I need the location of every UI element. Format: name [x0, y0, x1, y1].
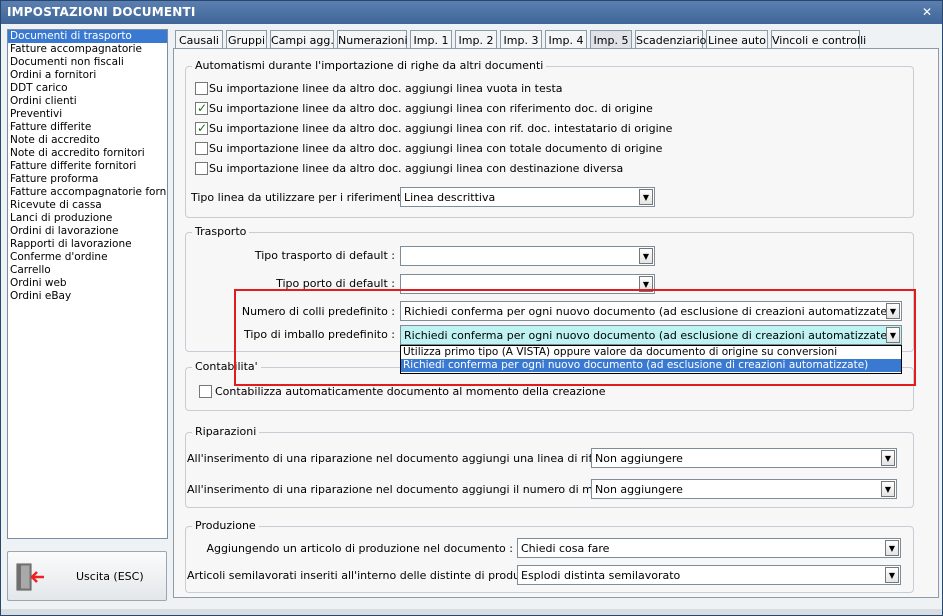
document-type-list[interactable]: Documenti di trasporto Fatture accompagn…	[7, 29, 168, 539]
produzione-title: Produzione	[192, 519, 259, 532]
tipo-imballo-dropdown[interactable]: Utilizza primo tipo (A VISTA) oppure val…	[400, 345, 902, 374]
chevron-down-icon[interactable]: ▼	[639, 189, 653, 205]
check-totale-documento-label: Su importazione linee da altro doc. aggi…	[209, 142, 663, 155]
riparazione-linea-value: Non aggiungere	[595, 452, 683, 465]
settings-tabs: Causali Gruppi Campi agg. Numerazioni Im…	[175, 30, 940, 50]
check-destinazione-diversa-label: Su importazione linee da altro doc. aggi…	[209, 162, 624, 175]
check-totale-documento[interactable]	[195, 142, 208, 155]
tipo-imballo-select[interactable]: Richiedi conferma per ogni nuovo documen…	[400, 325, 902, 345]
chevron-down-icon[interactable]: ▼	[885, 540, 899, 556]
check-riferimento-doc-label: Su importazione linee da altro doc. aggi…	[209, 102, 653, 115]
riparazione-matricola-label: All'inserimento di una riparazione nel d…	[187, 483, 642, 496]
check-rif-intestatario[interactable]	[195, 121, 208, 135]
tipo-porto-label: Tipo porto di default :	[276, 277, 395, 290]
title-bar[interactable]: IMPOSTAZIONI DOCUMENTI ✕	[1, 1, 942, 24]
semilavorati-value: Esplodi distinta semilavorato	[521, 569, 681, 582]
check-linea-vuota-label: Su importazione linee da altro doc. aggi…	[209, 82, 563, 95]
list-item[interactable]: Fatture accompagnatorie	[8, 43, 167, 56]
list-item[interactable]: Ordini web	[8, 277, 167, 290]
list-item[interactable]: Ordini clienti	[8, 95, 167, 108]
chevron-down-icon[interactable]: ▼	[881, 450, 895, 466]
chevron-down-icon[interactable]: ▼	[885, 567, 899, 583]
chevron-down-icon[interactable]: ▼	[881, 481, 895, 497]
check-linea-vuota[interactable]	[195, 82, 208, 95]
tipo-imballo-label: Tipo di imballo predefinito :	[244, 328, 395, 341]
check-contabilizza-label: Contabilizza automaticamente documento a…	[215, 385, 606, 398]
list-item[interactable]: Documenti non fiscali	[8, 56, 167, 69]
list-item[interactable]: Ordini eBay	[8, 290, 167, 303]
tab-linee-auto[interactable]: Linee auto	[706, 30, 768, 49]
numero-colli-value: Richiedi conferma per ogni nuovo documen…	[404, 305, 892, 318]
articolo-produzione-value: Chiedi cosa fare	[521, 542, 610, 555]
riparazione-matricola-value: Non aggiungere	[595, 483, 683, 496]
tipo-linea-value: Linea descrittiva	[404, 191, 496, 204]
list-item[interactable]: Lanci di produzione	[8, 212, 167, 225]
list-item[interactable]: Fatture proforma	[8, 173, 167, 186]
window-bottom-strip	[1, 609, 942, 615]
tab-imp-3[interactable]: Imp. 3	[500, 30, 542, 49]
list-item[interactable]: Fatture accompagnatorie fornito	[8, 186, 167, 199]
check-riferimento-doc[interactable]	[195, 101, 208, 115]
check-rif-intestatario-label: Su importazione linee da altro doc. aggi…	[209, 122, 673, 135]
settings-window: IMPOSTAZIONI DOCUMENTI ✕ Documenti di tr…	[0, 0, 943, 616]
riparazione-matricola-select[interactable]: Non aggiungere ▼	[591, 479, 897, 499]
articolo-produzione-select[interactable]: Chiedi cosa fare ▼	[517, 538, 901, 558]
chevron-down-icon[interactable]: ▼	[886, 303, 900, 319]
check-destinazione-diversa[interactable]	[195, 162, 208, 175]
list-item[interactable]: Ricevute di cassa	[8, 199, 167, 212]
automatismi-title: Automatismi durante l'importazione di ri…	[192, 59, 547, 72]
list-item[interactable]: Fatture differite fornitori	[8, 160, 167, 173]
numero-colli-label: Numero di colli predefinito :	[241, 305, 395, 318]
tab-scadenziario[interactable]: Scadenziario	[635, 30, 706, 49]
tab-imp-2[interactable]: Imp. 2	[455, 30, 497, 49]
list-item[interactable]: Ordini a fornitori	[8, 69, 167, 82]
riparazioni-title: Riparazioni	[192, 425, 260, 438]
numero-colli-select[interactable]: Richiedi conferma per ogni nuovo documen…	[400, 301, 902, 321]
dropdown-option[interactable]: Utilizza primo tipo (A VISTA) oppure val…	[401, 346, 901, 359]
tab-causali[interactable]: Causali	[175, 30, 223, 49]
chevron-down-icon[interactable]: ▼	[639, 248, 653, 264]
list-item[interactable]: Preventivi	[8, 108, 167, 121]
semilavorati-select[interactable]: Esplodi distinta semilavorato ▼	[517, 565, 901, 585]
exit-button[interactable]: Uscita (ESC)	[7, 551, 167, 601]
contabilita-title: Contabilita'	[192, 360, 261, 373]
riparazione-linea-select[interactable]: Non aggiungere ▼	[591, 448, 897, 468]
trasporto-title: Trasporto	[192, 225, 250, 238]
list-item[interactable]: Carrello	[8, 264, 167, 277]
list-item[interactable]: Fatture differite	[8, 121, 167, 134]
chevron-down-icon[interactable]: ▼	[639, 276, 653, 292]
check-contabilizza[interactable]	[199, 385, 212, 398]
articolo-produzione-label: Aggiungendo un articolo di produzione ne…	[206, 542, 513, 555]
tipo-trasporto-select[interactable]: ▼	[400, 246, 655, 266]
exit-door-icon	[16, 563, 44, 591]
tipo-trasporto-label: Tipo trasporto di default :	[254, 249, 395, 262]
tipo-imballo-value: Richiedi conferma per ogni nuovo documen…	[404, 329, 892, 342]
tipo-linea-select[interactable]: Linea descrittiva ▼	[400, 187, 655, 207]
list-item[interactable]: Ordini di lavorazione	[8, 225, 167, 238]
list-item[interactable]: Documenti di trasporto	[8, 30, 167, 43]
riparazione-linea-label: All'inserimento di una riparazione nel d…	[187, 452, 650, 465]
tab-numerazioni[interactable]: Numerazioni	[337, 30, 408, 49]
chevron-down-icon[interactable]: ▼	[886, 327, 900, 343]
tab-imp-5[interactable]: Imp. 5	[590, 30, 632, 50]
close-icon[interactable]: ✕	[920, 5, 934, 19]
tab-campi-agg[interactable]: Campi agg.	[270, 30, 334, 49]
window-title: IMPOSTAZIONI DOCUMENTI	[7, 5, 196, 19]
list-item[interactable]: Note di accredito fornitori	[8, 147, 167, 160]
list-item[interactable]: Conferme d'ordine	[8, 251, 167, 264]
tab-vincoli-e-controlli[interactable]: Vincoli e controlli	[771, 30, 866, 49]
semilavorati-label: Articoli semilavorati inseriti all'inter…	[187, 569, 557, 582]
list-item[interactable]: Note di accredito	[8, 134, 167, 147]
dropdown-option[interactable]: Richiedi conferma per ogni nuovo documen…	[401, 359, 901, 372]
exit-button-label: Uscita (ESC)	[76, 570, 144, 583]
tab-imp-1[interactable]: Imp. 1	[410, 30, 452, 49]
list-item[interactable]: Rapporti di lavorazione	[8, 238, 167, 251]
tab-gruppi[interactable]: Gruppi	[226, 30, 267, 49]
tipo-porto-select[interactable]: ▼	[400, 274, 655, 294]
tipo-linea-label: Tipo linea da utilizzare per i riferimen…	[191, 191, 412, 204]
list-item[interactable]: DDT carico	[8, 82, 167, 95]
tab-imp-4[interactable]: Imp. 4	[545, 30, 587, 49]
